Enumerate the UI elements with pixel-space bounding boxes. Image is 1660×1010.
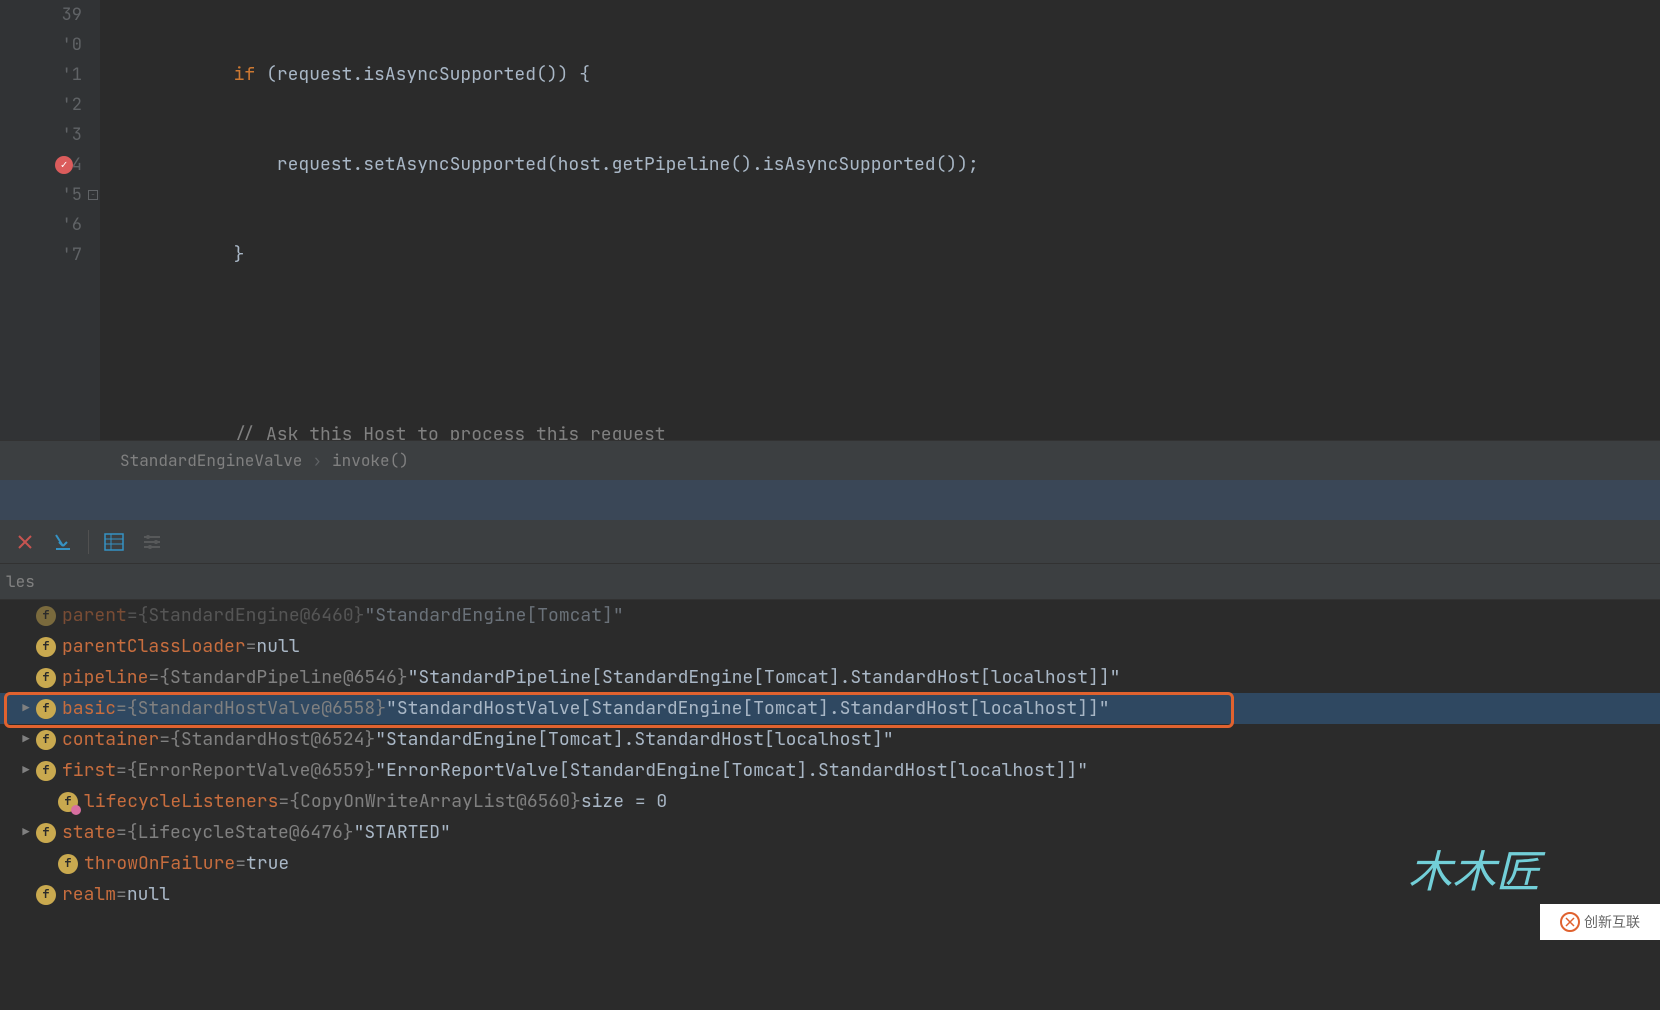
- variable-type: {CopyOnWriteArrayList@6560}: [289, 786, 581, 817]
- field-icon: f: [58, 854, 78, 874]
- variable-value: size = 0: [581, 786, 667, 817]
- fold-icon[interactable]: −: [88, 190, 98, 200]
- variable-name: realm: [62, 879, 116, 910]
- field-icon: f: [36, 730, 56, 750]
- variable-name: basic: [62, 693, 116, 724]
- corner-logo: 创新互联: [1540, 904, 1660, 940]
- watermark: 木木匠: [1408, 836, 1540, 900]
- field-icon: f: [36, 885, 56, 905]
- variable-name: container: [62, 724, 159, 755]
- variable-value: true: [246, 848, 289, 879]
- code-content[interactable]: if (request.isAsyncSupported()) { reques…: [100, 0, 1660, 440]
- comment: // Ask this Host to process this request: [234, 423, 666, 440]
- variable-type: {StandardPipeline@6546}: [159, 662, 407, 693]
- line-number: '0: [0, 30, 82, 60]
- expander-icon[interactable]: ▶: [18, 817, 34, 848]
- settings-icon[interactable]: [139, 529, 165, 555]
- variable-row[interactable]: ▶fbasic = {StandardHostValve@6558} "Stan…: [0, 693, 1660, 724]
- field-icon: f: [58, 792, 78, 812]
- variable-name: parentClassLoader: [62, 631, 246, 662]
- line-number: '3: [0, 120, 82, 150]
- expander-icon[interactable]: ▶: [18, 724, 34, 755]
- variable-name: first: [62, 755, 116, 786]
- panel-divider[interactable]: [0, 480, 1660, 520]
- expander-icon[interactable]: ▶: [18, 755, 34, 786]
- field-icon: f: [36, 668, 56, 688]
- line-number: '2: [0, 90, 82, 120]
- keyword: if: [234, 63, 256, 86]
- field-icon: f: [36, 823, 56, 843]
- breadcrumb-item[interactable]: invoke(): [332, 450, 409, 471]
- line-number: '1: [0, 60, 82, 90]
- toolbar-separator: [88, 530, 89, 554]
- variable-value: "StandardHostValve[StandardEngine[Tomcat…: [386, 693, 1110, 724]
- variable-row[interactable]: fparent = {StandardEngine@6460} "Standar…: [0, 600, 1660, 631]
- variable-value: "STARTED": [354, 817, 451, 848]
- variable-value: "StandardEngine[Tomcat].StandardHost[loc…: [375, 724, 893, 755]
- variable-type: {StandardHost@6524}: [170, 724, 375, 755]
- variable-value: null: [127, 879, 170, 910]
- code-editor[interactable]: 39 '0 '1 '2 '3 '4 − '5 '6 '7 if (request…: [0, 0, 1660, 440]
- line-number: '7: [0, 240, 82, 270]
- field-icon: f: [36, 637, 56, 657]
- variable-value: null: [256, 631, 299, 662]
- variable-value: "ErrorReportValve[StandardEngine[Tomcat]…: [375, 755, 1088, 786]
- variable-name: throwOnFailure: [84, 848, 235, 879]
- field-icon: f: [36, 761, 56, 781]
- breadcrumb-separator: ›: [312, 450, 322, 471]
- table-view-icon[interactable]: [101, 529, 127, 555]
- line-number: 39: [0, 0, 82, 30]
- variable-type: {StandardHostValve@6558}: [127, 693, 386, 724]
- variable-row[interactable]: fpipeline = {StandardPipeline@6546} "Sta…: [0, 662, 1660, 693]
- field-icon: f: [36, 699, 56, 719]
- variable-row[interactable]: ▶fcontainer = {StandardHost@6524} "Stand…: [0, 724, 1660, 755]
- line-number: − '5: [0, 180, 82, 210]
- breadcrumb: StandardEngineValve › invoke(): [0, 440, 1660, 480]
- variable-name: lifecycleListeners: [84, 786, 278, 817]
- variable-type: {ErrorReportValve@6559}: [127, 755, 375, 786]
- variables-panel-header: les: [0, 564, 1660, 600]
- variable-type: {LifecycleState@6476}: [127, 817, 354, 848]
- variable-row[interactable]: fparentClassLoader = null: [0, 631, 1660, 662]
- gutter: 39 '0 '1 '2 '3 '4 − '5 '6 '7: [0, 0, 100, 440]
- variable-name: state: [62, 817, 116, 848]
- variable-name: parent: [62, 600, 127, 631]
- breadcrumb-item[interactable]: StandardEngineValve: [120, 450, 302, 471]
- line-number[interactable]: '4: [0, 150, 82, 180]
- field-icon: f: [36, 606, 56, 626]
- breakpoint-icon[interactable]: [55, 156, 73, 174]
- variable-value: "StandardEngine[Tomcat]": [364, 600, 623, 631]
- line-number: '6: [0, 210, 82, 240]
- debug-toolbar: [0, 520, 1660, 564]
- close-icon[interactable]: [12, 529, 38, 555]
- expander-icon[interactable]: ▶: [18, 693, 34, 724]
- variable-value: "StandardPipeline[StandardEngine[Tomcat]…: [408, 662, 1121, 693]
- step-into-icon[interactable]: [50, 529, 76, 555]
- variable-row[interactable]: ▶ffirst = {ErrorReportValve@6559} "Error…: [0, 755, 1660, 786]
- variable-type: {StandardEngine@6460}: [138, 600, 365, 631]
- variable-row[interactable]: flifecycleListeners = {CopyOnWriteArrayL…: [0, 786, 1660, 817]
- variable-name: pipeline: [62, 662, 148, 693]
